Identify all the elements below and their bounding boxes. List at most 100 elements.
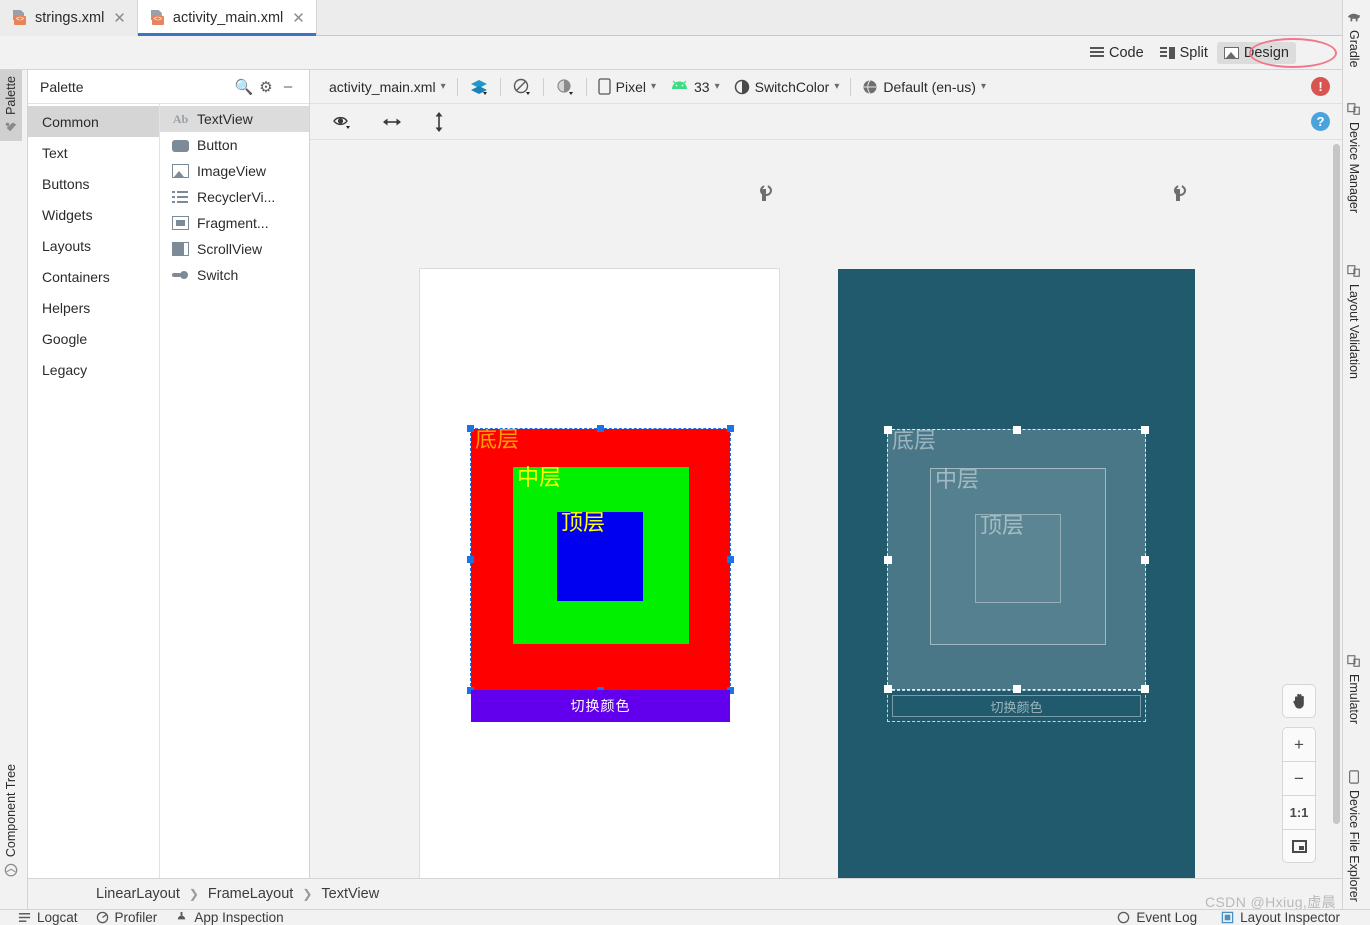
editor-tab-bar: <> strings.xml ✕ <> activity_main.xml ✕: [0, 0, 1370, 36]
status-item-app-inspection[interactable]: App Inspection: [175, 910, 284, 925]
palette-category-widgets[interactable]: Widgets: [28, 199, 159, 230]
resize-handle[interactable]: [884, 426, 892, 434]
orientation-dropdown[interactable]: [505, 76, 539, 98]
zoom-to-fit-button[interactable]: [1282, 829, 1316, 863]
mode-design-button[interactable]: Design: [1216, 41, 1296, 64]
resize-handle[interactable]: [467, 425, 474, 432]
api-level-dropdown[interactable]: 33 ▾: [663, 77, 727, 97]
palette-category-buttons[interactable]: Buttons: [28, 168, 159, 199]
status-item-layout-inspector[interactable]: Layout Inspector: [1221, 910, 1340, 925]
minimize-icon[interactable]: –: [277, 78, 299, 95]
view-mode-dropdown[interactable]: [462, 76, 496, 98]
resize-handle[interactable]: [467, 555, 474, 563]
width-toggle-button[interactable]: [375, 113, 409, 131]
palette-item-recyclerview[interactable]: RecyclerVi...: [160, 184, 309, 210]
editor-mode-group: Code Split Design: [1083, 41, 1296, 64]
palette-category-label: Layouts: [42, 237, 92, 254]
status-item-logcat[interactable]: Logcat: [18, 910, 78, 925]
error-badge[interactable]: !: [1311, 77, 1330, 96]
top-layer-blueprint[interactable]: 顶层: [975, 513, 1061, 603]
resize-handle[interactable]: [1141, 426, 1149, 434]
zoom-in-button[interactable]: +: [1282, 727, 1316, 761]
status-item-profiler[interactable]: Profiler: [96, 910, 157, 925]
sidebar-item-emulator[interactable]: Emulator: [1343, 648, 1365, 730]
search-icon[interactable]: 🔍: [233, 78, 255, 96]
switch-color-button-blueprint[interactable]: 切换颜色: [887, 690, 1146, 722]
wrench-icon[interactable]: [758, 185, 770, 201]
middle-layer-blueprint[interactable]: 中层 顶层: [930, 467, 1106, 645]
palette-category-containers[interactable]: Containers: [28, 261, 159, 292]
theme-dropdown[interactable]: SwitchColor ▾: [727, 77, 847, 97]
breadcrumb-item-linearlayout[interactable]: LinearLayout: [96, 886, 180, 902]
blueprint-preview[interactable]: 底层 中层 顶层 切换颜色: [838, 269, 1195, 878]
palette-item-label: Switch: [197, 267, 239, 283]
editor-tab-label: strings.xml: [35, 10, 105, 26]
help-badge[interactable]: ?: [1311, 112, 1330, 131]
sidebar-item-layout-validation[interactable]: Layout Validation: [1343, 258, 1365, 385]
theme-label: SwitchColor: [754, 78, 830, 95]
palette-item-scrollview[interactable]: ScrollView: [160, 236, 309, 262]
design-preview[interactable]: 底层 中层 顶层 切换颜色: [420, 269, 779, 878]
layout-file-dropdown[interactable]: activity_main.xml ▾: [322, 77, 453, 97]
palette-category-label: Helpers: [42, 299, 91, 316]
palette-category-google[interactable]: Google: [28, 323, 159, 354]
resize-handle[interactable]: [727, 425, 734, 432]
pan-tool-button[interactable]: [1282, 684, 1316, 718]
close-icon[interactable]: ✕: [290, 11, 307, 26]
palette-item-switch[interactable]: Switch: [160, 262, 309, 288]
resize-handle[interactable]: [596, 425, 604, 432]
logcat-icon: [18, 913, 31, 922]
palette-category-common[interactable]: Common: [28, 106, 159, 137]
visibility-dropdown[interactable]: [326, 112, 359, 132]
scrollbar-thumb[interactable]: [1333, 144, 1340, 824]
gear-icon[interactable]: ⚙: [255, 78, 277, 96]
locale-dropdown[interactable]: Default (en-us) ▾: [855, 77, 993, 97]
resize-handle[interactable]: [1012, 426, 1021, 434]
night-mode-dropdown[interactable]: [548, 76, 582, 98]
theme-icon: [734, 79, 749, 94]
editor-tab-activity-main-xml[interactable]: <> activity_main.xml ✕: [137, 0, 317, 36]
sidebar-item-device-manager[interactable]: Device Manager: [1343, 96, 1365, 219]
switch-color-button[interactable]: 切换颜色: [471, 690, 730, 722]
palette-title: Palette: [40, 78, 84, 95]
zoom-controls: + − 1:1: [1282, 684, 1316, 863]
palette-category-label: Widgets: [42, 206, 93, 223]
palette-item-textview[interactable]: Ab TextView: [160, 106, 309, 132]
canvas-scrollbar[interactable]: [1332, 144, 1340, 874]
palette-category-label: Text: [42, 144, 68, 161]
palette-item-imageview[interactable]: ImageView: [160, 158, 309, 184]
mode-code-button[interactable]: Code: [1083, 42, 1151, 64]
middle-layer-label: 中层: [935, 467, 980, 492]
sidebar-item-gradle[interactable]: Gradle: [1343, 4, 1365, 74]
fragment-icon: [172, 216, 189, 230]
palette-category-helpers[interactable]: Helpers: [28, 292, 159, 323]
status-item-event-log[interactable]: Event Log: [1117, 910, 1197, 925]
device-file-explorer-icon: [1349, 770, 1359, 784]
resize-handle[interactable]: [884, 555, 892, 564]
close-icon[interactable]: ✕: [111, 11, 128, 26]
mode-split-button[interactable]: Split: [1153, 42, 1215, 64]
palette-item-fragment[interactable]: Fragment...: [160, 210, 309, 236]
palette-category-layouts[interactable]: Layouts: [28, 230, 159, 261]
design-canvas[interactable]: 底层 中层 顶层 切换颜色 底层 中层 顶层 切换颜色 + − 1:1: [310, 140, 1342, 878]
palette-category-legacy[interactable]: Legacy: [28, 354, 159, 385]
breadcrumb-item-textview[interactable]: TextView: [321, 886, 379, 902]
editor-tab-strings-xml[interactable]: <> strings.xml ✕: [0, 0, 138, 36]
device-dropdown[interactable]: Pixel ▾: [591, 76, 663, 97]
wrench-icon[interactable]: [1172, 185, 1184, 201]
chevron-down-icon: ▾: [650, 81, 657, 92]
height-toggle-button[interactable]: [425, 109, 453, 135]
resize-handle[interactable]: [727, 555, 734, 563]
palette-item-button[interactable]: Button: [160, 132, 309, 158]
bottom-layer-blueprint[interactable]: 底层 中层 顶层: [884, 426, 1149, 693]
zoom-out-button[interactable]: −: [1282, 761, 1316, 795]
breadcrumb-item-framelayout[interactable]: FrameLayout: [208, 886, 293, 902]
zoom-actual-size-button[interactable]: 1:1: [1282, 795, 1316, 829]
palette-category-text[interactable]: Text: [28, 137, 159, 168]
sidebar-item-component-tree[interactable]: Component Tree: [0, 758, 22, 883]
sidebar-item-palette[interactable]: Palette: [0, 70, 22, 141]
resize-handle[interactable]: [1141, 555, 1149, 564]
night-mode-icon: [557, 78, 573, 95]
globe-icon: [863, 79, 877, 94]
sidebar-item-device-file-explorer[interactable]: Device File Explorer: [1343, 764, 1365, 908]
